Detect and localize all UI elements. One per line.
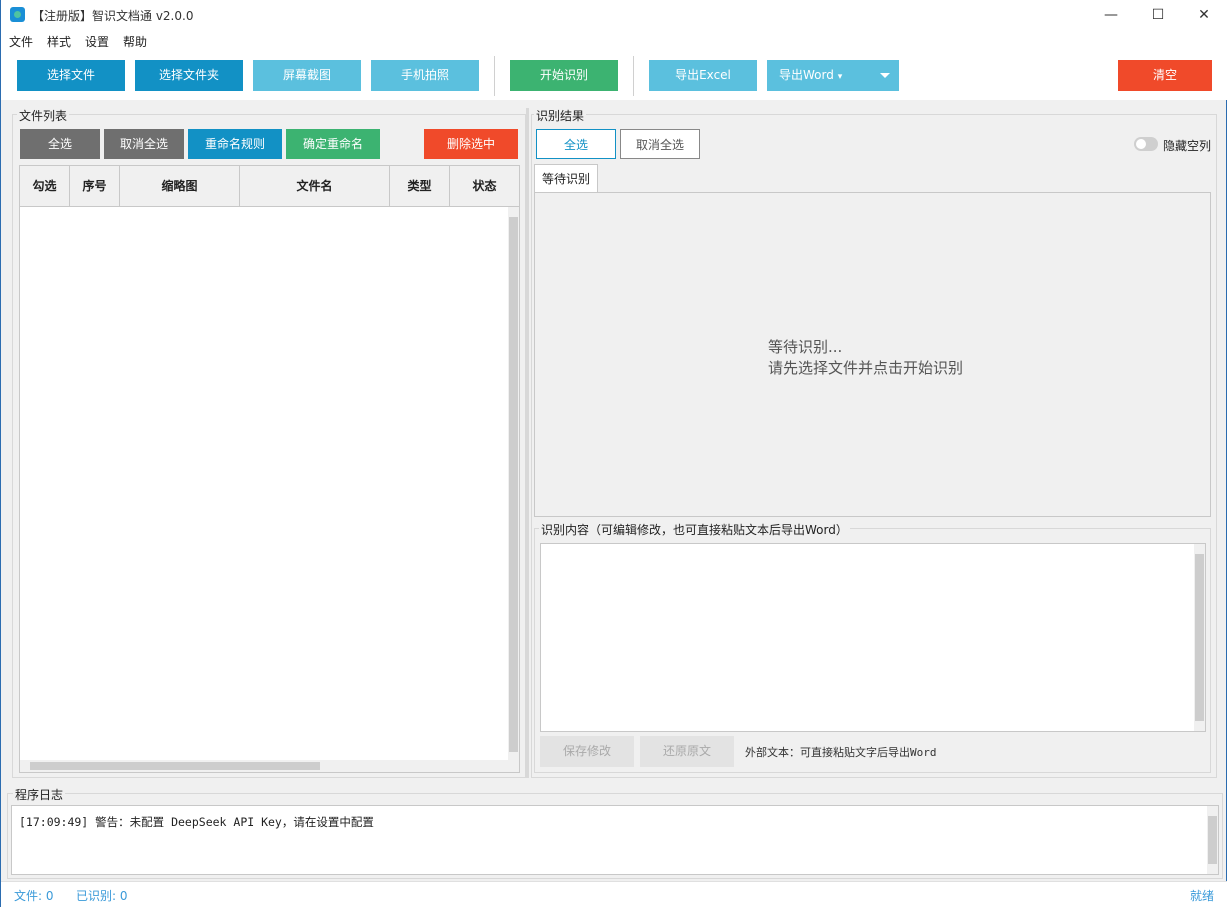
log-vertical-scrollbar[interactable] [1207,806,1218,874]
results-label: 识别结果 [534,107,587,124]
app-logo-icon [10,7,25,22]
content-label: 识别内容（可编辑修改，也可直接粘贴文本后导出Word） [539,521,850,538]
title-bar: 【注册版】智识文档通 v2.0.0 — ☐ ✕ [1,0,1227,30]
toolbar-divider [494,56,495,96]
scrollbar-thumb[interactable] [509,217,518,752]
panel-splitter[interactable] [526,108,529,778]
status-bar: 文件: 0 已识别: 0 就绪 [1,881,1227,907]
file-list-label: 文件列表 [17,107,70,124]
column-thumbnail[interactable]: 缩略图 [120,166,240,207]
waiting-message: 等待识别... [768,338,843,356]
select-all-results-button[interactable]: 全选 [536,129,616,159]
dropdown-arrow-icon[interactable] [869,60,899,91]
column-type[interactable]: 类型 [390,166,450,207]
column-index[interactable]: 序号 [70,166,120,207]
results-tab-panel [534,192,1211,517]
file-table-vertical-scrollbar[interactable] [508,207,519,760]
select-file-button[interactable]: 选择文件 [17,60,125,91]
file-count: 文件: 0 [14,889,54,903]
deselect-all-files-button[interactable]: 取消全选 [104,129,184,159]
restore-original-button[interactable]: 还原原文 [640,736,734,767]
external-text-hint: 外部文本：可直接粘贴文字后导出Word [745,746,937,759]
scrollbar-thumb[interactable] [1208,816,1217,864]
file-table-horizontal-scrollbar[interactable] [20,760,519,772]
save-changes-button[interactable]: 保存修改 [540,736,634,767]
menu-bar: 文件 样式 设置 帮助 [1,30,1227,52]
minimize-button[interactable]: — [1088,0,1134,30]
deselect-all-results-button[interactable]: 取消全选 [620,129,700,159]
menu-file[interactable]: 文件 [9,33,33,50]
scrollbar-thumb[interactable] [1195,554,1204,721]
window-title: 【注册版】智识文档通 v2.0.0 [32,9,194,23]
phone-photo-button[interactable]: 手机拍照 [371,60,479,91]
app-window: 【注册版】智识文档通 v2.0.0 — ☐ ✕ 文件 样式 设置 帮助 选择文件… [0,0,1227,907]
menu-help[interactable]: 帮助 [123,33,147,50]
log-line: [17:09:49] 警告：未配置 DeepSeek API Key，请在设置中… [19,815,374,829]
confirm-rename-button[interactable]: 确定重命名 [286,129,380,159]
waiting-instruction: 请先选择文件并点击开始识别 [768,359,964,377]
file-table[interactable]: 勾选 序号 缩略图 文件名 类型 状态 [19,165,520,773]
file-table-header: 勾选 序号 缩略图 文件名 类型 状态 [20,166,519,207]
log-label: 程序日志 [13,786,66,803]
clear-button[interactable]: 清空 [1118,60,1212,91]
menu-style[interactable]: 样式 [47,33,71,50]
recognized-count: 已识别: 0 [76,889,128,903]
column-status[interactable]: 状态 [450,166,519,207]
log-output[interactable]: [17:09:49] 警告：未配置 DeepSeek API Key，请在设置中… [11,805,1219,875]
select-folder-button[interactable]: 选择文件夹 [135,60,243,91]
hide-empty-columns-label: 隐藏空列 [1163,139,1212,153]
select-all-files-button[interactable]: 全选 [20,129,100,159]
start-recognition-button[interactable]: 开始识别 [510,60,618,91]
hide-empty-columns-toggle[interactable] [1134,137,1158,151]
column-checkbox[interactable]: 勾选 [20,166,70,207]
column-filename[interactable]: 文件名 [240,166,390,207]
tab-waiting[interactable]: 等待识别 [534,164,598,193]
maximize-button[interactable]: ☐ [1135,0,1181,30]
content-vertical-scrollbar[interactable] [1194,544,1205,731]
export-word-label: 导出Word [779,68,834,82]
close-button[interactable]: ✕ [1181,0,1227,30]
export-word-button[interactable]: 导出Word ▾ [767,60,899,91]
toolbar: 选择文件 选择文件夹 屏幕截图 手机拍照 开始识别 导出Excel 导出Word… [1,52,1227,100]
menu-settings[interactable]: 设置 [85,33,109,50]
status-text: 就绪 [1190,889,1215,903]
chevron-down-icon: ▾ [837,72,843,82]
scrollbar-thumb[interactable] [30,762,320,770]
recognized-content-textarea[interactable] [540,543,1206,732]
screenshot-button[interactable]: 屏幕截图 [253,60,361,91]
rename-rules-button[interactable]: 重命名规则 [188,129,282,159]
delete-selected-button[interactable]: 删除选中 [424,129,518,159]
export-excel-button[interactable]: 导出Excel [649,60,757,91]
toolbar-divider [633,56,634,96]
